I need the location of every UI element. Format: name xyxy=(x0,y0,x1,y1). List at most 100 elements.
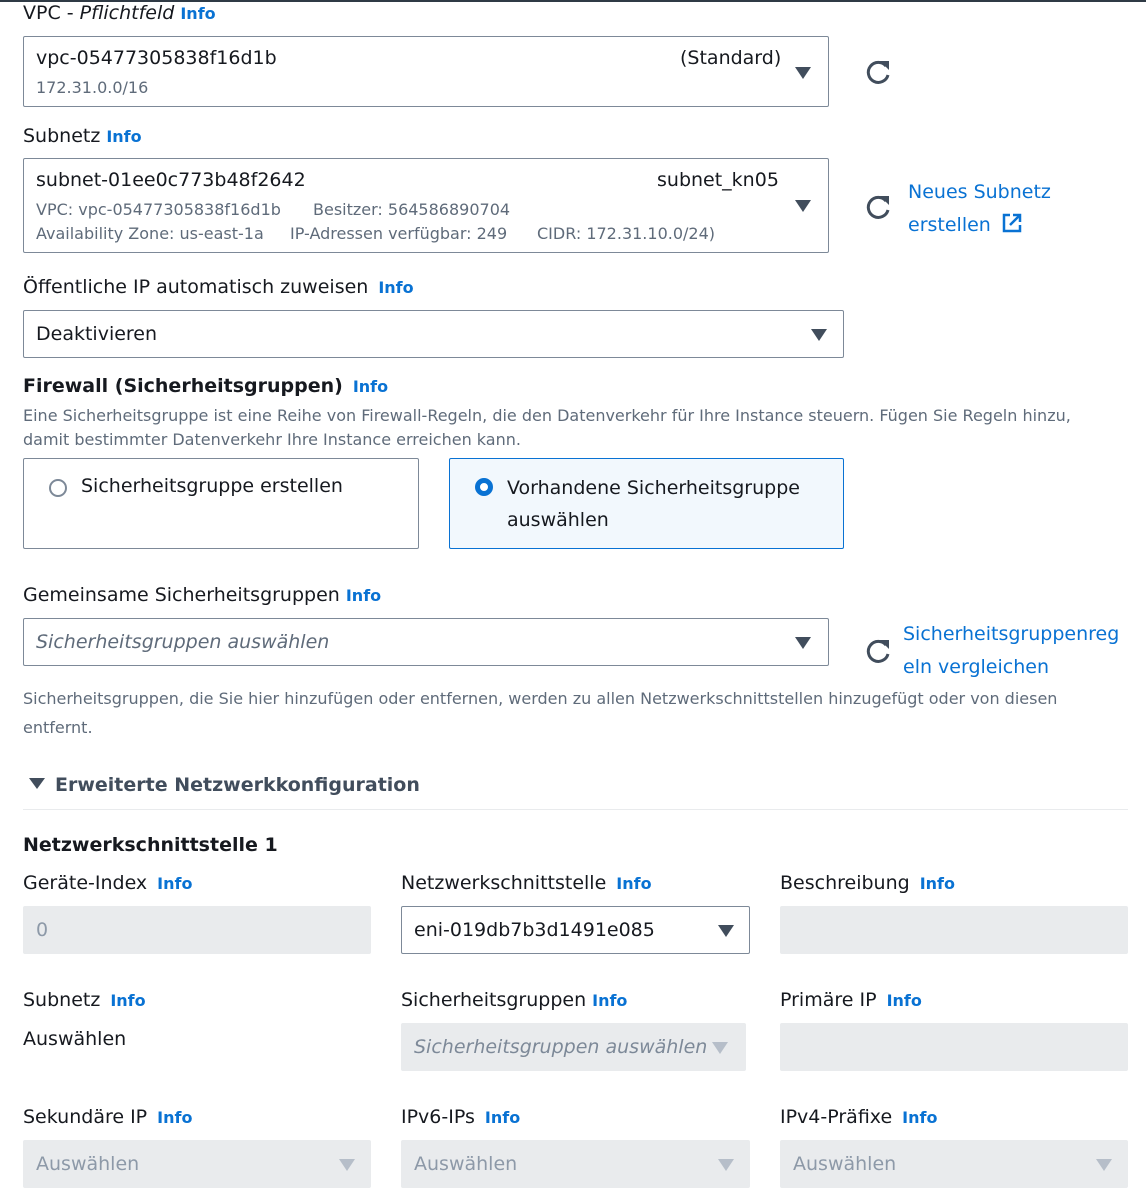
shared-sg-hint: Sicherheitsgruppen, die Sie hier hinzufü… xyxy=(23,684,1057,742)
subnet-label-text: Subnetz xyxy=(23,125,101,147)
network-interface-select[interactable]: eni-019db7b3d1491e085 xyxy=(401,906,750,954)
chevron-down-icon xyxy=(339,1159,355,1171)
device-index-value: 0 xyxy=(36,919,49,941)
ipv4-prefix-select[interactable]: Auswählen xyxy=(780,1140,1128,1188)
nic-subnet-info-link[interactable]: Info xyxy=(110,991,145,1010)
ipv6-value: Auswählen xyxy=(414,1153,518,1175)
secondary-ip-select[interactable]: Auswählen xyxy=(23,1140,371,1188)
secondary-ip-value: Auswählen xyxy=(36,1153,140,1175)
chevron-down-icon xyxy=(795,637,811,649)
secondary-ip-label-text: Sekundäre IP xyxy=(23,1106,148,1128)
description-info-link[interactable]: Info xyxy=(920,874,955,893)
ipv4-prefix-info-link[interactable]: Info xyxy=(902,1108,937,1127)
shared-sg-hint-line1: Sicherheitsgruppen, die Sie hier hinzufü… xyxy=(23,689,1058,708)
public-ip-select[interactable]: Deaktivieren xyxy=(23,310,844,358)
vpc-label: VPC - Pflichtfeld Info xyxy=(23,2,216,24)
public-ip-label: Öffentliche IP automatisch zuweisen Info xyxy=(23,276,414,298)
radio-existing-label: Vorhandene Sicherheitsgruppe auswählen xyxy=(507,472,800,536)
firewall-title: Firewall (Sicherheitsgruppen) Info xyxy=(23,375,388,397)
network-interface-label-text: Netzwerkschnittstelle xyxy=(401,872,607,894)
nic-security-groups-info-link[interactable]: Info xyxy=(592,991,627,1010)
firewall-description-line2: damit bestimmter Datenverkehr Ihre Insta… xyxy=(23,430,521,449)
ipv4-prefix-label: IPv4-Präfixe Info xyxy=(780,1106,937,1128)
public-ip-value: Deaktivieren xyxy=(36,323,158,345)
firewall-info-link[interactable]: Info xyxy=(353,377,388,396)
network-interface-info-link[interactable]: Info xyxy=(616,874,651,893)
description-label: Beschreibung Info xyxy=(780,872,955,894)
subnet-refresh-icon[interactable] xyxy=(864,192,894,222)
network-interface-label: Netzwerkschnittstelle Info xyxy=(401,872,652,894)
chevron-down-icon xyxy=(712,1042,728,1054)
nic-security-groups-select[interactable]: Sicherheitsgruppen auswählen xyxy=(401,1023,746,1071)
radio-existing-label-line2: auswählen xyxy=(507,509,609,531)
ipv6-label: IPv6-IPs Info xyxy=(401,1106,520,1128)
vpc-value: vpc-05477305838f16d1b xyxy=(36,47,277,69)
radio-existing-security-group[interactable]: Vorhandene Sicherheitsgruppe auswählen xyxy=(449,458,844,549)
primary-ip-info-link[interactable]: Info xyxy=(887,991,922,1010)
description-input[interactable] xyxy=(780,906,1128,954)
primary-ip-input[interactable] xyxy=(780,1023,1128,1071)
compare-sg-rules-link[interactable]: Sicherheitsgruppenreg eln vergleichen xyxy=(903,618,1119,684)
subnet-owner: Besitzer: 564586890704 xyxy=(313,200,511,219)
firewall-description: Eine Sicherheitsgruppe ist eine Reihe vo… xyxy=(23,404,1071,452)
shared-sg-info-link[interactable]: Info xyxy=(346,586,381,605)
nic-subnet-label-text: Subnetz xyxy=(23,989,101,1011)
security-groups-refresh-icon[interactable] xyxy=(864,636,894,666)
chevron-down-icon xyxy=(795,200,811,212)
advanced-network-toggle[interactable]: Erweiterte Netzwerkkonfiguration xyxy=(29,774,420,796)
vpc-required-label: Pflichtfeld xyxy=(79,2,175,24)
shared-sg-select[interactable]: Sicherheitsgruppen auswählen xyxy=(23,618,829,666)
firewall-title-text: Firewall (Sicherheitsgruppen) xyxy=(23,375,343,397)
vpc-refresh-icon[interactable] xyxy=(864,57,894,87)
external-link-icon xyxy=(1002,213,1022,233)
subnet-value: subnet-01ee0c773b48f2642 xyxy=(36,169,306,191)
primary-ip-label-text: Primäre IP xyxy=(780,989,877,1011)
subnet-az: Availability Zone: us-east-1a xyxy=(36,224,264,243)
radio-checked-icon xyxy=(475,478,493,496)
chevron-down-icon xyxy=(718,925,734,937)
chevron-down-icon xyxy=(1096,1159,1112,1171)
shared-sg-hint-line2: entfernt. xyxy=(23,718,93,737)
shared-sg-label-text: Gemeinsame Sicherheitsgruppen xyxy=(23,584,340,606)
device-index-info-link[interactable]: Info xyxy=(157,874,192,893)
advanced-network-title: Erweiterte Netzwerkkonfiguration xyxy=(55,774,420,796)
secondary-ip-label: Sekundäre IP Info xyxy=(23,1106,192,1128)
public-ip-info-link[interactable]: Info xyxy=(378,278,413,297)
firewall-description-line1: Eine Sicherheitsgruppe ist eine Reihe vo… xyxy=(23,406,1071,425)
ipv6-select[interactable]: Auswählen xyxy=(401,1140,750,1188)
nic-subnet-label: Subnetz Info xyxy=(23,989,146,1011)
subnet-vpc: VPC: vpc-05477305838f16d1b xyxy=(36,200,281,219)
radio-existing-label-line1: Vorhandene Sicherheitsgruppe xyxy=(507,477,800,499)
subnet-select[interactable]: subnet-01ee0c773b48f2642 subnet_kn05 VPC… xyxy=(23,158,829,253)
ipv4-prefix-value: Auswählen xyxy=(793,1153,897,1175)
new-subnet-link-line2: erstellen xyxy=(908,209,1051,242)
subnet-label: Subnetz Info xyxy=(23,125,142,147)
nic-security-groups-placeholder: Sicherheitsgruppen auswählen xyxy=(414,1036,708,1058)
chevron-down-icon xyxy=(811,329,827,341)
ipv4-prefix-label-text: IPv4-Präfixe xyxy=(780,1106,893,1128)
nic-subnet-value: Auswählen xyxy=(23,1028,127,1050)
radio-unchecked-icon xyxy=(49,479,67,497)
nic-security-groups-label: Sicherheitsgruppen Info xyxy=(401,989,627,1011)
subnet-available-ips: IP-Adressen verfügbar: 249 xyxy=(290,224,508,243)
subnet-info-link[interactable]: Info xyxy=(106,127,141,146)
vpc-info-link[interactable]: Info xyxy=(180,4,215,23)
device-index-input[interactable]: 0 xyxy=(23,906,371,954)
compare-link-line1: Sicherheitsgruppenreg xyxy=(903,623,1120,645)
secondary-ip-info-link[interactable]: Info xyxy=(157,1108,192,1127)
new-subnet-link-line1: Neues Subnetz xyxy=(908,181,1051,203)
nic-security-groups-label-text: Sicherheitsgruppen xyxy=(401,989,587,1011)
vpc-cidr: 172.31.0.0/16 xyxy=(36,78,149,97)
vpc-label-text: VPC - xyxy=(23,2,80,24)
vpc-select[interactable]: vpc-05477305838f16d1b (Standard) 172.31.… xyxy=(23,36,829,107)
device-index-label-text: Geräte-Index xyxy=(23,872,148,894)
primary-ip-label: Primäre IP Info xyxy=(780,989,922,1011)
radio-create-security-group[interactable]: Sicherheitsgruppe erstellen xyxy=(23,458,419,549)
shared-sg-label: Gemeinsame Sicherheitsgruppen Info xyxy=(23,584,381,606)
chevron-down-icon xyxy=(795,67,811,79)
shared-sg-placeholder: Sicherheitsgruppen auswählen xyxy=(36,631,330,653)
new-subnet-link[interactable]: Neues Subnetz erstellen xyxy=(908,176,1051,242)
vpc-default-tag: (Standard) xyxy=(680,47,782,69)
ipv6-label-text: IPv6-IPs xyxy=(401,1106,475,1128)
ipv6-info-link[interactable]: Info xyxy=(485,1108,520,1127)
